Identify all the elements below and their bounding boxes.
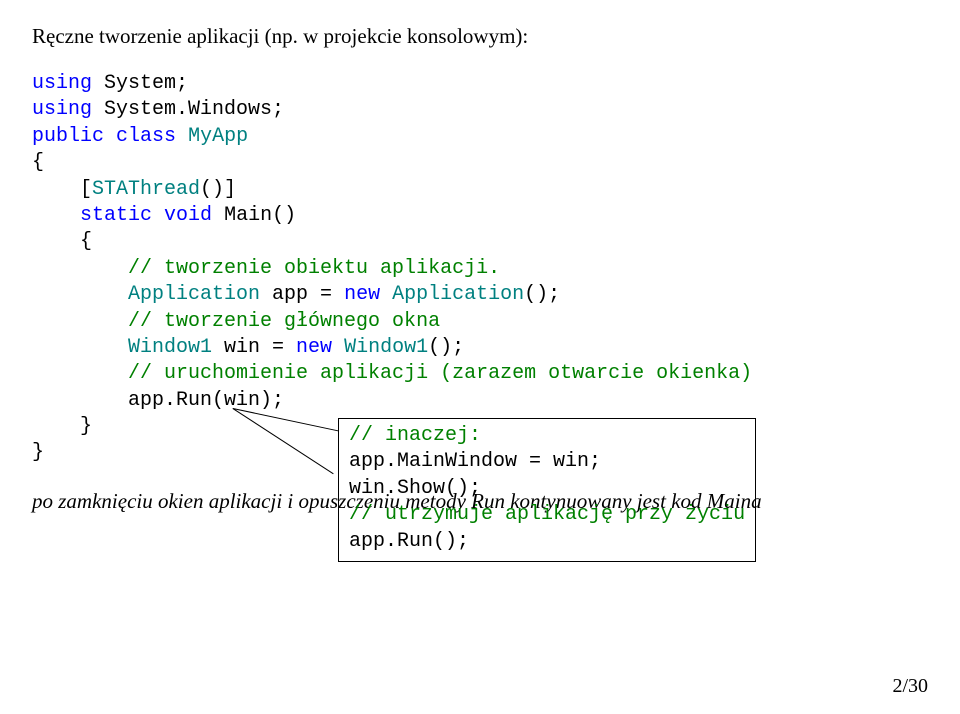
code-text: Main() [212,204,296,227]
code-text: { [32,151,44,174]
code-class: STAThread [92,178,200,201]
code-class: Window1 [344,336,428,359]
code-text: (); [524,283,560,306]
code-text: } [32,415,92,438]
callout-text: app.Run(); [349,529,745,555]
page-number: 2/30 [892,675,928,698]
code-text: { [32,230,92,253]
code-block: using System; using System.Windows; publ… [32,71,928,467]
callout-text: win.Show(); [349,476,745,502]
callout-text: app.MainWindow = win; [349,449,745,475]
code-text [32,362,128,385]
code-keyword: static [80,204,152,227]
code-comment: // tworzenie obiektu aplikacji. [128,257,500,280]
code-keyword: new [344,283,380,306]
code-text [152,204,164,227]
code-class: MyApp [188,125,248,148]
code-text [32,336,128,359]
code-keyword: public [32,125,104,148]
code-text: app.Run(win); [32,389,284,412]
code-text: [ [32,178,92,201]
code-class: Window1 [128,336,212,359]
code-text: win = [212,336,296,359]
code-text [176,125,188,148]
code-text: System; [92,72,188,95]
code-keyword: class [116,125,176,148]
code-text [32,257,128,280]
code-text: } [32,441,44,464]
code-text: app = [260,283,344,306]
code-class: Application [128,283,260,306]
code-text: ()] [200,178,236,201]
page-title: Ręczne tworzenie aplikacji (np. w projek… [32,24,928,49]
code-text [332,336,344,359]
code-keyword: using [32,98,92,121]
code-text [32,204,80,227]
code-keyword: using [32,72,92,95]
code-text [380,283,392,306]
code-text [104,125,116,148]
callout-comment: // inaczej: [349,423,745,449]
code-comment: // uruchomienie aplikacji (zarazem otwar… [128,362,752,385]
code-class: Application [392,283,524,306]
code-keyword: new [296,336,332,359]
code-text: (); [428,336,464,359]
callout-box: // inaczej: app.MainWindow = win; win.Sh… [338,418,756,562]
code-text [32,310,128,333]
code-keyword: void [164,204,212,227]
code-text [32,283,128,306]
code-text: System.Windows; [92,98,284,121]
code-comment: // tworzenie głównego okna [128,310,440,333]
callout-comment: // utrzymuje aplikację przy życiu [349,502,745,528]
